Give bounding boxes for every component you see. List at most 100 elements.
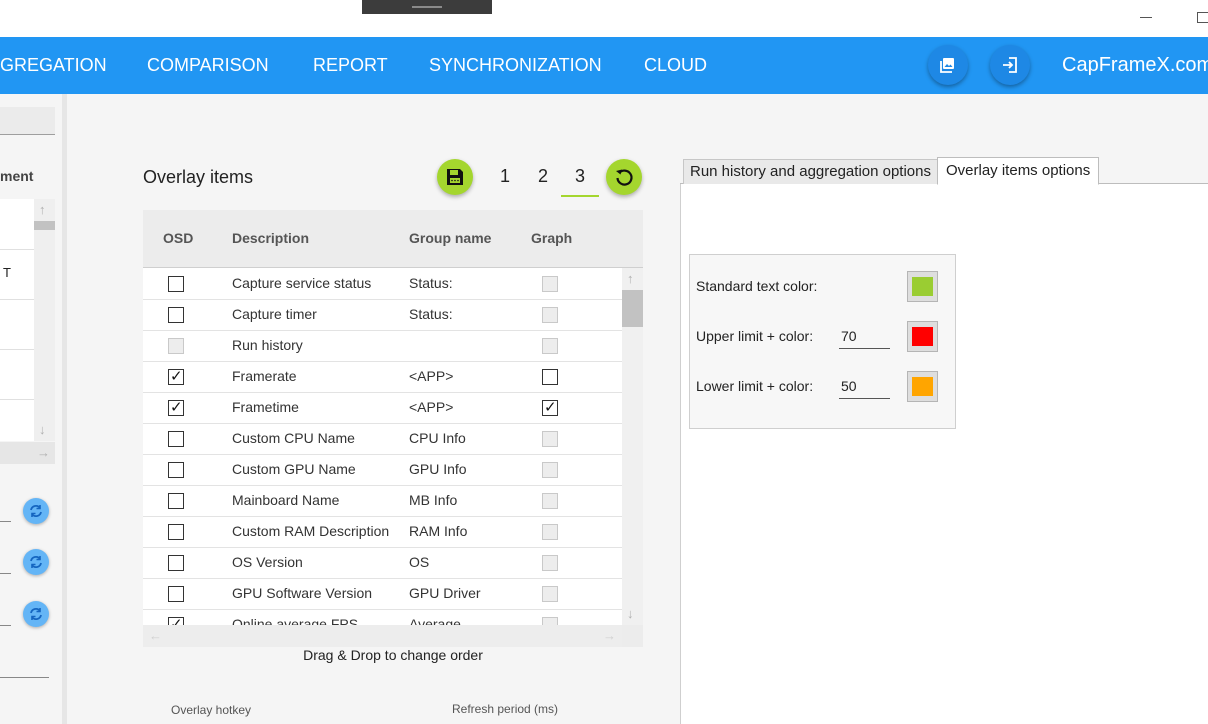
scrollbar-thumb[interactable] [34, 221, 55, 230]
sidebar-field-underline[interactable] [0, 521, 11, 522]
row-group-name[interactable]: Status: [409, 306, 453, 322]
grid-horizontal-scrollbar[interactable]: ← → [143, 625, 622, 647]
row-group-name[interactable]: MB Info [409, 492, 457, 508]
osd-checkbox[interactable] [168, 307, 184, 323]
sync-button[interactable] [23, 601, 49, 627]
overlay-items-title: Overlay items [143, 167, 254, 187]
osd-checkbox[interactable] [168, 431, 184, 447]
osd-checkbox[interactable] [168, 276, 184, 292]
row-group-name[interactable]: CPU Info [409, 430, 466, 446]
row-description: Capture timer [232, 306, 317, 322]
table-row[interactable]: GPU Software Version GPU Driver [143, 578, 622, 610]
graph-checkbox[interactable] [542, 369, 558, 385]
config-tab-3[interactable]: 3 [565, 166, 595, 187]
sync-button[interactable] [23, 549, 49, 575]
table-row[interactable]: OS Version OS [143, 547, 622, 579]
osd-checkbox[interactable] [168, 555, 184, 571]
sidebar-field-underline[interactable] [0, 573, 11, 574]
list-item[interactable] [0, 199, 34, 250]
row-group-name[interactable]: Status: [409, 275, 453, 291]
osd-checkbox[interactable] [168, 398, 184, 416]
save-config-button[interactable] [437, 159, 473, 195]
config-tab-2[interactable]: 2 [528, 166, 558, 187]
save-icon [447, 169, 463, 185]
osd-checkbox[interactable] [168, 462, 184, 478]
row-group-name[interactable]: Average [409, 616, 461, 625]
table-row[interactable]: Capture service status Status: [143, 268, 622, 300]
table-row[interactable]: Custom CPU Name CPU Info [143, 423, 622, 455]
window-drag-handle[interactable] [362, 0, 492, 14]
scroll-right-icon[interactable]: → [603, 628, 616, 643]
sidebar-scroll-corner[interactable]: → [34, 442, 55, 464]
lower-color-button[interactable] [907, 371, 938, 402]
table-row[interactable]: Custom GPU Name GPU Info [143, 454, 622, 486]
upper-limit-field[interactable]: 70 [839, 323, 890, 349]
sidebar-divider[interactable] [62, 94, 67, 724]
column-header-group[interactable]: Group name [409, 230, 491, 246]
row-description: GPU Software Version [232, 585, 373, 601]
nav-tab-report[interactable]: REPORT [313, 37, 388, 94]
list-item[interactable] [0, 299, 34, 350]
table-row[interactable]: Online average FPS Average [143, 609, 622, 625]
table-row[interactable]: Run history [143, 330, 622, 362]
sync-button[interactable] [23, 498, 49, 524]
reset-config-button[interactable] [606, 159, 642, 195]
tab-run-history-options[interactable]: Run history and aggregation options [683, 159, 938, 184]
standard-color-button[interactable] [907, 271, 938, 302]
lower-color-swatch [912, 377, 933, 396]
sidebar-horizontal-scrollbar[interactable] [0, 442, 34, 464]
osd-checkbox[interactable] [168, 586, 184, 602]
scroll-left-icon[interactable]: ← [149, 628, 162, 643]
list-item[interactable] [0, 349, 34, 400]
sidebar-field-underline[interactable] [0, 677, 49, 678]
osd-checkbox[interactable] [168, 615, 184, 625]
column-header-graph[interactable]: Graph [531, 230, 572, 246]
scroll-right-icon[interactable]: → [37, 445, 50, 460]
nav-tab-cloud[interactable]: CLOUD [644, 37, 707, 94]
overlay-items-grid[interactable]: OSD Description Group name Graph Capture… [143, 210, 643, 647]
table-row[interactable]: Frametime <APP> [143, 392, 622, 424]
upper-color-button[interactable] [907, 321, 938, 352]
scroll-corner [622, 625, 643, 647]
tab-overlay-items-options[interactable]: Overlay items options [937, 157, 1100, 185]
table-row[interactable]: Framerate <APP> [143, 361, 622, 393]
minimize-icon[interactable] [1140, 17, 1152, 18]
list-item[interactable] [0, 399, 34, 441]
row-group-name[interactable]: <APP> [409, 399, 453, 415]
scrollbar-thumb[interactable] [622, 290, 643, 327]
sidebar-field-underline[interactable] [0, 625, 11, 626]
login-button[interactable] [990, 45, 1030, 85]
osd-checkbox[interactable] [168, 367, 184, 385]
row-group-name[interactable]: GPU Driver [409, 585, 481, 601]
table-row[interactable]: Custom RAM Description RAM Info [143, 516, 622, 548]
row-group-name[interactable]: OS [409, 554, 429, 570]
row-group-name[interactable]: RAM Info [409, 523, 467, 539]
row-group-name[interactable]: GPU Info [409, 461, 467, 477]
column-header-description[interactable]: Description [232, 230, 309, 246]
grid-body[interactable]: Capture service status Status: Capture tim… [143, 268, 622, 625]
scroll-up-icon[interactable]: ↑ [627, 271, 634, 286]
sidebar-vertical-scrollbar[interactable]: ↑ ↓ [34, 199, 55, 441]
column-header-osd[interactable]: OSD [163, 230, 193, 246]
scroll-down-icon[interactable]: ↓ [627, 606, 634, 621]
osd-checkbox[interactable] [168, 524, 184, 540]
nav-tab-aggregation[interactable]: GREGATION [0, 37, 107, 94]
nav-tab-synchronization[interactable]: SYNCHRONIZATION [429, 37, 602, 94]
nav-tab-comparison[interactable]: COMPARISON [147, 37, 269, 94]
sidebar-list[interactable]: T ↑ ↓ [0, 199, 55, 441]
sidebar-search-field[interactable] [0, 107, 55, 135]
row-group-name[interactable]: <APP> [409, 368, 453, 384]
screenshot-button[interactable] [928, 45, 968, 85]
table-row[interactable]: Mainboard Name MB Info [143, 485, 622, 517]
brand-link[interactable]: CapFrameX.com [1062, 37, 1208, 94]
nav-bar: GREGATION COMPARISON REPORT SYNCHRONIZAT… [0, 37, 1208, 94]
osd-checkbox[interactable] [168, 493, 184, 509]
graph-checkbox[interactable] [542, 398, 558, 416]
lower-limit-field[interactable]: 50 [839, 373, 890, 399]
config-tab-1[interactable]: 1 [490, 166, 520, 187]
table-row[interactable]: Capture timer Status: [143, 299, 622, 331]
scroll-down-icon[interactable]: ↓ [39, 422, 46, 437]
maximize-icon[interactable] [1197, 12, 1208, 23]
grid-vertical-scrollbar[interactable]: ↑ ↓ [622, 268, 643, 625]
scroll-up-icon[interactable]: ↑ [39, 202, 46, 217]
